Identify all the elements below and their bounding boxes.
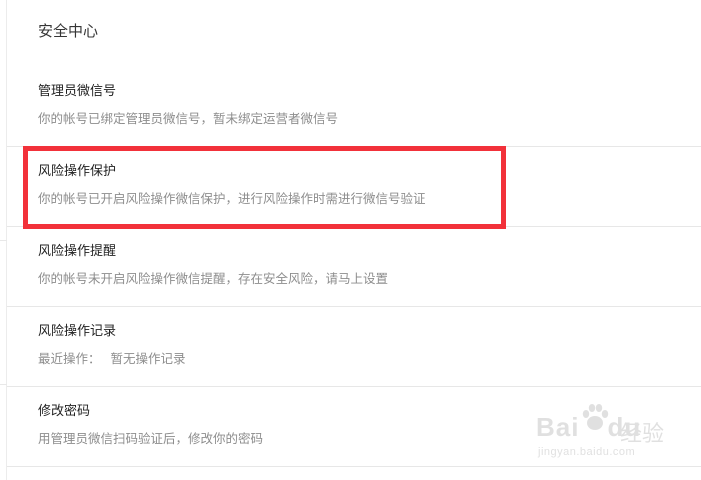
watermark-url: jingyan.baidu.com xyxy=(538,446,636,458)
section-title: 风险操作记录 xyxy=(38,324,117,339)
section-title: 修改密码 xyxy=(38,404,91,419)
section-desc: 最近操作： 暂无操作记录 xyxy=(38,350,186,368)
section-risk-protection[interactable]: 风险操作保护 你的帐号已开启风险操作微信保护，进行风险操作时需进行微信号验证 xyxy=(7,147,701,227)
page-title: 安全中心 xyxy=(38,22,99,40)
baidu-jingyan-watermark: Bai du 经验 jingyan.baidu.com xyxy=(536,402,686,468)
sidebar-stub-line xyxy=(0,240,7,241)
section-title: 风险操作提醒 xyxy=(38,244,117,259)
recent-ops-label: 最近操作： xyxy=(38,351,101,366)
section-title: 管理员微信号 xyxy=(38,84,117,99)
sidebar-stub-line xyxy=(0,384,7,385)
section-desc: 你的帐号已开启风险操作微信保护，进行风险操作时需进行微信号验证 xyxy=(38,191,426,206)
section-title: 风险操作保护 xyxy=(38,164,117,179)
security-center-page: 安全中心 管理员微信号 你的帐号已绑定管理员微信号，暂未绑定运营者微信号 风险操… xyxy=(0,0,701,480)
section-risk-reminder[interactable]: 风险操作提醒 你的帐号未开启风险操作微信提醒，存在安全风险，请马上设置 xyxy=(7,227,701,307)
recent-ops-value: 暂无操作记录 xyxy=(110,351,186,366)
section-desc: 你的帐号已绑定管理员微信号，暂未绑定运营者微信号 xyxy=(38,111,339,126)
section-risk-log[interactable]: 风险操作记录 最近操作： 暂无操作记录 xyxy=(7,307,701,387)
section-desc: 用管理员微信扫码验证后，修改你的密码 xyxy=(38,431,264,446)
watermark-brand: 经验 xyxy=(620,422,665,447)
section-admin-wechat: 管理员微信号 你的帐号已绑定管理员微信号，暂未绑定运营者微信号 xyxy=(7,65,701,147)
section-desc: 你的帐号未开启风险操作微信提醒，存在安全风险，请马上设置 xyxy=(38,271,389,286)
